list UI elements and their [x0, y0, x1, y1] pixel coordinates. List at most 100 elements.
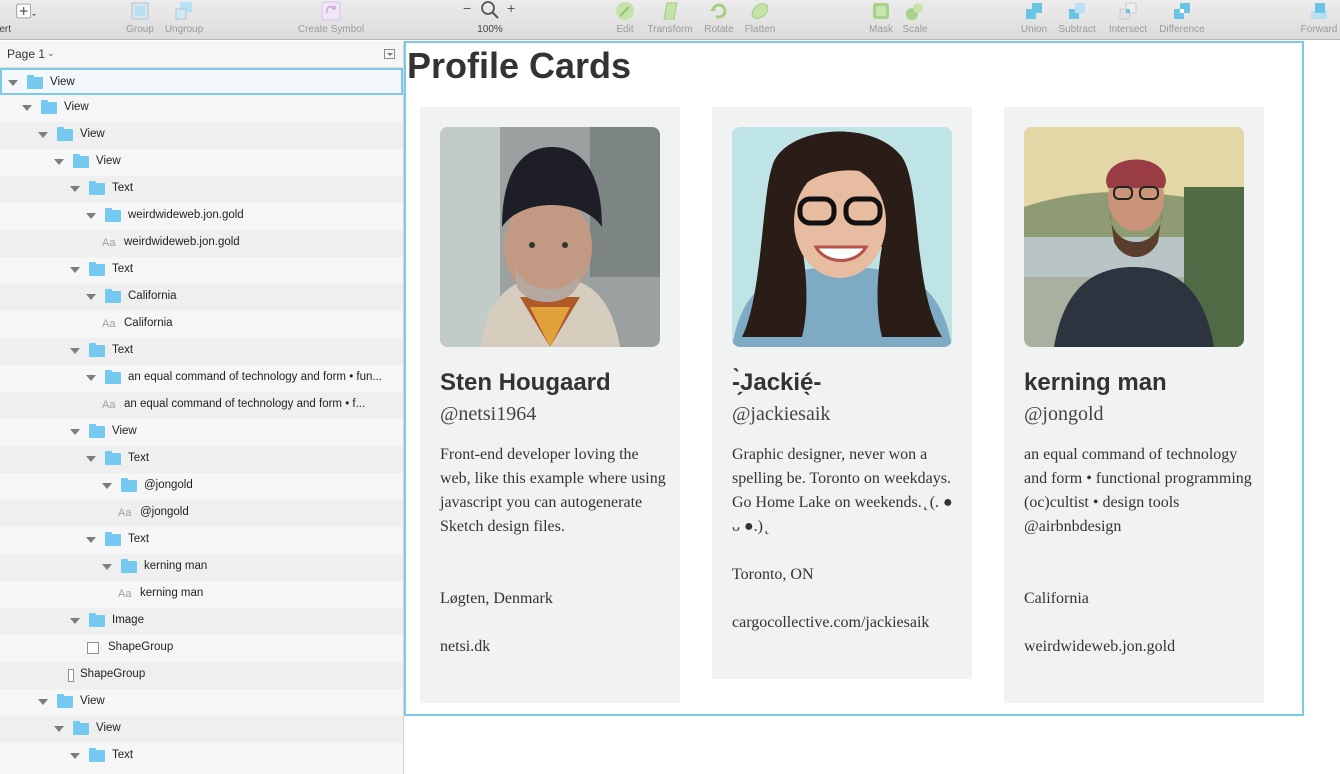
disclosure-triangle-icon[interactable]: [70, 429, 80, 435]
layer-row[interactable]: Aa California: [0, 311, 403, 338]
group-icon: [131, 2, 149, 20]
ungroup-button[interactable]: Ungroup: [160, 0, 208, 40]
flatten-button[interactable]: Flatten: [740, 0, 780, 40]
layer-row[interactable]: Text: [0, 176, 403, 203]
avatar: [1024, 127, 1244, 347]
disclosure-triangle-icon[interactable]: [86, 294, 96, 300]
layer-label: View: [96, 722, 121, 734]
flatten-icon: [751, 3, 769, 19]
disclosure-triangle-icon[interactable]: [38, 699, 48, 705]
layer-row[interactable]: View: [0, 419, 403, 446]
layer-row[interactable]: weirdwideweb.jon.gold: [0, 203, 403, 230]
disclosure-triangle-icon[interactable]: [70, 618, 80, 624]
folder-icon: [41, 100, 57, 114]
intersect-label: Intersect: [1108, 24, 1148, 35]
layer-row[interactable]: Aa weirdwideweb.jon.gold: [0, 230, 403, 257]
layer-label: an equal command of technology and form …: [128, 371, 382, 383]
layer-row[interactable]: View: [0, 716, 403, 743]
mask-button[interactable]: Mask: [864, 0, 898, 40]
disclosure-triangle-icon[interactable]: [86, 537, 96, 543]
subtract-button[interactable]: Subtract: [1054, 0, 1100, 40]
folder-icon: [89, 613, 105, 627]
disclosure-triangle-icon[interactable]: [8, 80, 18, 86]
intersect-icon: [1119, 2, 1137, 20]
profile-name: Sten Hougaard: [440, 369, 611, 396]
zoom-out-button[interactable]: −: [463, 0, 471, 16]
disclosure-triangle-icon[interactable]: [38, 132, 48, 138]
disclosure-triangle-icon[interactable]: [86, 375, 96, 381]
ungroup-icon: [175, 2, 192, 20]
disclosure-triangle-icon[interactable]: [86, 456, 96, 462]
rotate-button[interactable]: Rotate: [700, 0, 738, 40]
edit-pencil-icon: [616, 2, 634, 20]
folder-icon: [57, 694, 73, 708]
plus-icon: [16, 3, 36, 19]
layer-row[interactable]: View: [0, 95, 403, 122]
create-symbol-label: Create Symbol: [297, 24, 365, 35]
layer-label: kerning man: [144, 560, 208, 572]
layer-row[interactable]: View: [0, 689, 403, 716]
layer-label: Image: [112, 614, 144, 626]
layer-row[interactable]: @jongold: [0, 473, 403, 500]
disclosure-triangle-icon[interactable]: [70, 753, 80, 759]
rotate-label: Rotate: [704, 24, 734, 35]
layer-row[interactable]: View: [0, 68, 403, 95]
insert-button[interactable]: Insert: [0, 0, 38, 40]
folder-icon: [73, 721, 89, 735]
layer-row[interactable]: California: [0, 284, 403, 311]
layer-row[interactable]: Aa an equal command of technology and for…: [0, 392, 403, 419]
profile-handle: @jongold: [1024, 403, 1104, 425]
mask-icon: [873, 3, 889, 19]
layer-row[interactable]: an equal command of technology and form …: [0, 365, 403, 392]
layer-row[interactable]: View: [0, 122, 403, 149]
union-button[interactable]: Union: [1016, 0, 1052, 40]
layer-row[interactable]: ShapeGroup: [0, 662, 403, 689]
difference-button[interactable]: Difference: [1154, 0, 1210, 40]
layer-row[interactable]: Text: [0, 446, 403, 473]
zoom-in-button[interactable]: +: [507, 0, 515, 16]
folder-icon: [89, 262, 105, 276]
edit-button[interactable]: Edit: [607, 0, 643, 40]
layer-row[interactable]: Aa kerning man: [0, 581, 403, 608]
layer-row[interactable]: View: [0, 149, 403, 176]
profile-url: cargocollective.com/jackiesaik: [732, 614, 930, 631]
folder-icon: [121, 478, 137, 492]
canvas[interactable]: Profile Cards Sten Hougaard @netsi1964 F…: [404, 41, 1340, 774]
disclosure-triangle-icon[interactable]: [54, 726, 64, 732]
folder-icon: [89, 343, 105, 357]
layer-row[interactable]: Aa @jongold: [0, 500, 403, 527]
layer-label: California: [124, 317, 173, 329]
layer-row[interactable]: Text: [0, 338, 403, 365]
layer-row[interactable]: kerning man: [0, 554, 403, 581]
intersect-button[interactable]: Intersect: [1104, 0, 1152, 40]
disclosure-triangle-icon[interactable]: [102, 564, 112, 570]
disclosure-triangle-icon[interactable]: [70, 348, 80, 354]
layer-label: kerning man: [140, 587, 204, 599]
profile-card[interactable]: kerning man @jongold an equal command of…: [1004, 107, 1264, 703]
group-button[interactable]: Group: [120, 0, 160, 40]
artboard[interactable]: Profile Cards Sten Hougaard @netsi1964 F…: [404, 41, 1304, 716]
create-symbol-button[interactable]: Create Symbol: [290, 0, 372, 40]
rotate-icon: [710, 3, 727, 19]
disclosure-triangle-icon[interactable]: [22, 105, 32, 111]
flatten-label: Flatten: [744, 24, 776, 35]
layer-row[interactable]: Text: [0, 257, 403, 284]
page-selector[interactable]: Page 1 ⌄: [0, 41, 403, 68]
disclosure-triangle-icon[interactable]: [102, 483, 112, 489]
profile-card[interactable]: -̗̀Jackié̖- @jackiesaik Graphic designer…: [712, 107, 972, 679]
profile-card[interactable]: Sten Hougaard @netsi1964 Front-end devel…: [420, 107, 680, 703]
disclosure-triangle-icon[interactable]: [54, 159, 64, 165]
transform-label: Transform: [647, 24, 693, 35]
transform-button[interactable]: Transform: [644, 0, 696, 40]
disclosure-triangle-icon[interactable]: [70, 186, 80, 192]
scale-button[interactable]: Scale: [898, 0, 932, 40]
layer-row[interactable]: ShapeGroup: [0, 635, 403, 662]
folder-icon: [89, 424, 105, 438]
layer-row[interactable]: Image: [0, 608, 403, 635]
layer-row[interactable]: Text: [0, 527, 403, 554]
disclosure-triangle-icon[interactable]: [70, 267, 80, 273]
collapse-pages-icon[interactable]: [384, 49, 395, 59]
forward-button[interactable]: Forward: [1298, 0, 1340, 40]
disclosure-triangle-icon[interactable]: [86, 213, 96, 219]
layer-row[interactable]: Text: [0, 743, 403, 770]
